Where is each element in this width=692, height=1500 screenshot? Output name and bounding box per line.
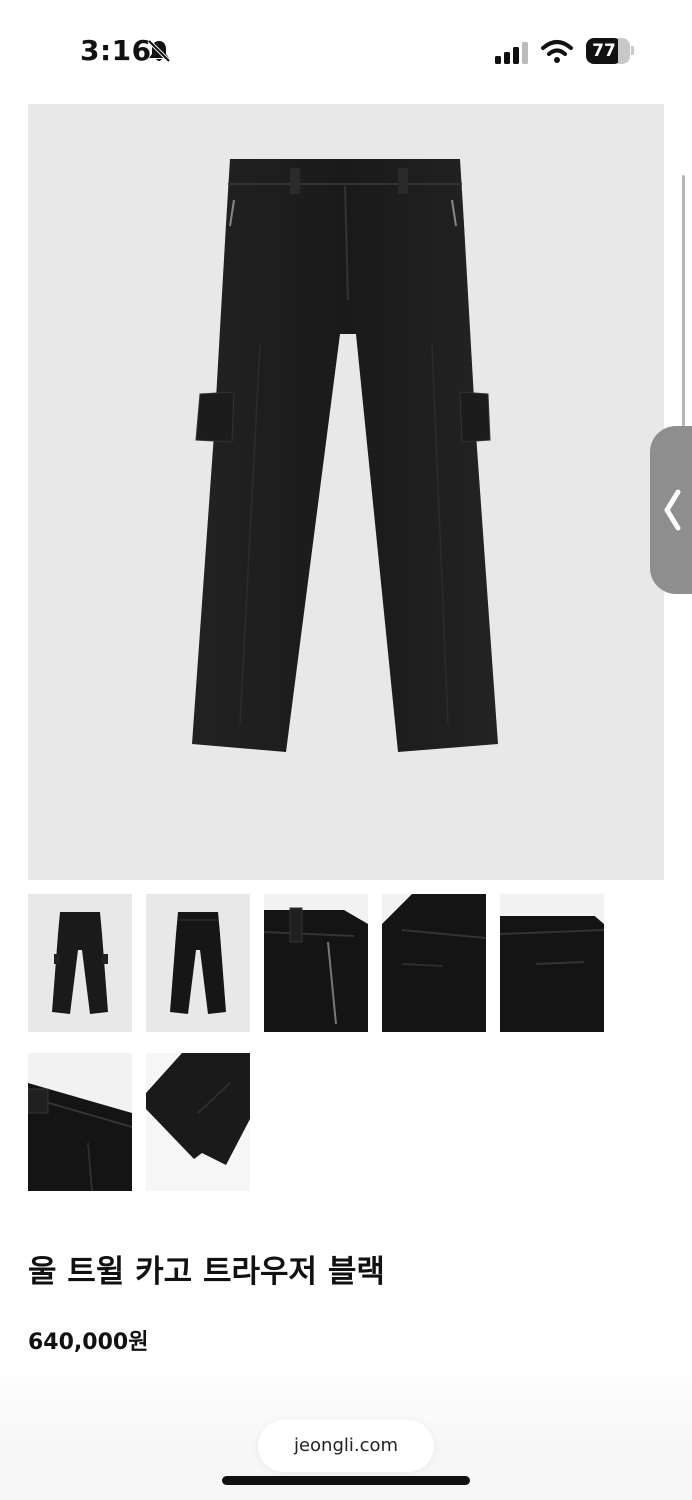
thumbnail-front[interactable] <box>28 894 132 1032</box>
signal-icon <box>495 42 531 68</box>
battery-empty-part <box>618 38 630 64</box>
wifi-icon <box>541 39 573 67</box>
product-price: 640,000원 <box>28 1330 149 1355</box>
thumbnail-waistband[interactable] <box>28 1053 132 1191</box>
scrollbar[interactable] <box>682 175 685 430</box>
bell-slash-icon <box>146 39 172 67</box>
home-indicator[interactable] <box>222 1476 470 1485</box>
address-bar[interactable]: jeongli.com <box>258 1420 434 1472</box>
status-time: 3:16 <box>80 34 152 67</box>
status-bar: 3:16 77 <box>0 0 692 100</box>
main-product-image[interactable] <box>28 104 664 880</box>
battery-terminal <box>631 46 634 55</box>
battery-icon: 77 <box>586 38 622 64</box>
thumbnail-waistband-zip[interactable] <box>264 894 368 1032</box>
side-panel-handle[interactable] <box>650 426 692 594</box>
thumbnail-hem[interactable] <box>146 1053 250 1191</box>
thumbnail-back[interactable] <box>146 894 250 1032</box>
product-title: 울 트윌 카고 트라우저 블랙 <box>28 1254 385 1290</box>
thumbnail-back-pocket[interactable] <box>500 894 604 1032</box>
thumbnail-cargo-pocket[interactable] <box>382 894 486 1032</box>
chevron-left-icon <box>664 489 681 531</box>
